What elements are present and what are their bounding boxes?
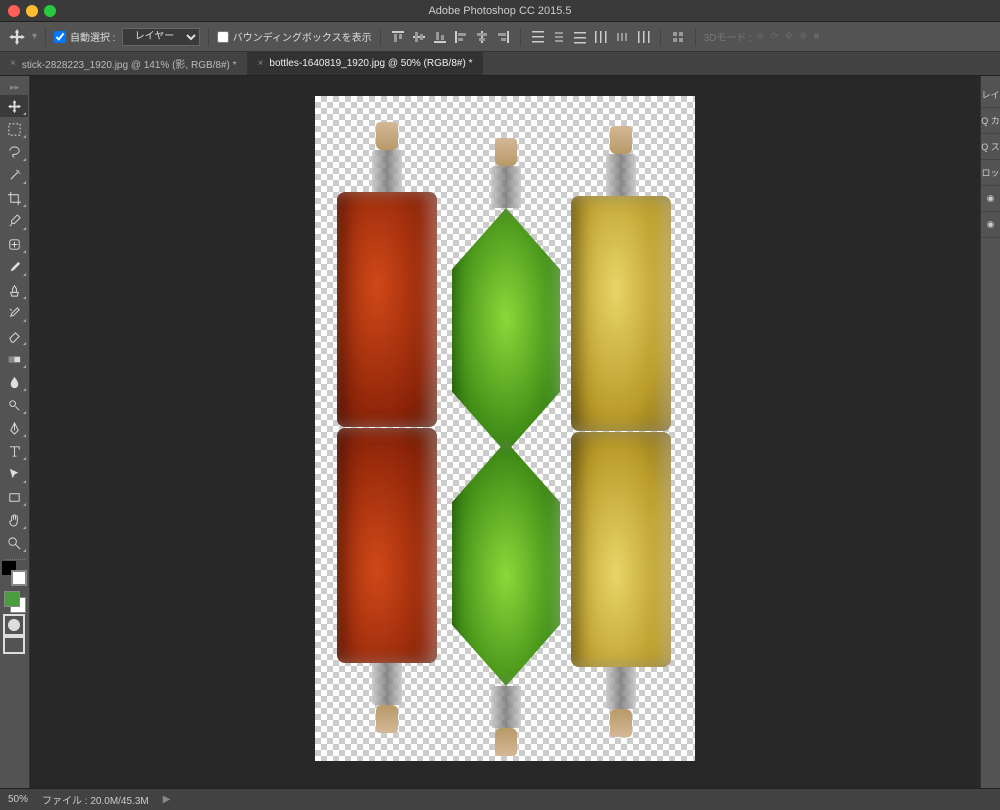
foreground-color-swatch[interactable] [4,591,20,607]
dodge-tool[interactable] [0,394,28,416]
dist-top-icon[interactable] [529,28,547,46]
bottle-green [446,138,566,453]
minimize-window-button[interactable] [26,5,38,17]
visibility-eye-icon[interactable]: ◉ [981,212,1000,238]
show-bbox-checkbox[interactable]: バウンディングボックスを表示 [217,29,372,44]
right-panel-dock: レイ Q カ Q ス ロッ ◉ ◉ [980,76,1000,788]
pen-tool[interactable] [0,417,28,439]
tab-label: bottles-1640819_1920.jpg @ 50% (RGB/8#) … [269,58,472,69]
panel-tab-channels[interactable]: Q カ [981,108,1000,134]
canvas[interactable] [315,96,695,761]
canvas-area[interactable] [30,76,980,788]
rectangle-tool[interactable] [0,486,28,508]
align-hcenter-icon[interactable] [473,28,491,46]
auto-align-icon[interactable] [669,28,687,46]
document-tabs: × stick-2828223_1920.jpg @ 141% (影, RGB/… [0,52,1000,76]
auto-select-checkbox[interactable]: 自動選択 : [54,29,116,44]
maximize-window-button[interactable] [44,5,56,17]
roll-3d-icon[interactable]: ⟳ [770,31,778,42]
brush-tool[interactable] [0,256,28,278]
panel-tab-lock[interactable]: ロッ [981,160,1000,186]
dist-left-icon[interactable] [592,28,610,46]
screen-mode-icon[interactable] [0,635,28,655]
orbit-3d-icon[interactable]: ⊕ [756,31,764,42]
title-bar: Adobe Photoshop CC 2015.5 [0,0,1000,22]
pan-3d-icon[interactable]: ✥ [785,31,793,42]
close-window-button[interactable] [8,5,20,17]
tab-close-icon[interactable]: × [258,58,264,69]
slide-3d-icon[interactable]: ❋ [799,31,807,42]
blur-tool[interactable] [0,371,28,393]
visibility-eye-icon[interactable]: ◉ [981,186,1000,212]
panel-tab-paths[interactable]: Q ス [981,134,1000,160]
bottle-gold [571,126,671,431]
mode-3d: 3Dモード : ⊕ ⟳ ✥ ❋ ■ [704,29,820,44]
color-swatches[interactable] [0,587,29,615]
bottle-red-mirror [337,428,437,733]
bottle-gold-mirror [571,432,671,737]
gradient-tool[interactable] [0,348,28,370]
show-bbox-label: バウンディングボックスを表示 [233,29,372,44]
status-bar: 50% ファイル : 20.0M/45.3M ▶ [0,788,1000,810]
dist-hcenter-icon[interactable] [613,28,631,46]
bottle-red [337,122,437,427]
zoom-level[interactable]: 50% [8,794,28,805]
path-selection-tool[interactable] [0,463,28,485]
marquee-tool[interactable] [0,118,28,140]
magic-wand-tool[interactable] [0,164,28,186]
toolbar-expand-icon[interactable]: ▸▸ [0,80,29,95]
eyedropper-tool[interactable] [0,210,28,232]
zoom-3d-icon[interactable]: ■ [814,31,820,42]
bottle-green-mirror [446,441,566,756]
file-info-value: 20.0M/45.3M [90,796,148,807]
tab-label: stick-2828223_1920.jpg @ 141% (影, RGB/8#… [22,56,237,71]
healing-brush-tool[interactable] [0,233,28,255]
status-more-icon[interactable]: ▶ [163,794,171,805]
tab-close-icon[interactable]: × [10,58,16,69]
move-tool-icon [8,28,26,46]
dist-bottom-icon[interactable] [571,28,589,46]
history-brush-tool[interactable] [0,302,28,324]
auto-select-dropdown[interactable]: レイヤー [122,28,200,46]
app-title: Adobe Photoshop CC 2015.5 [428,5,571,17]
document-tab-2[interactable]: × bottles-1640819_1920.jpg @ 50% (RGB/8#… [248,52,484,75]
file-info-label: ファイル : [42,796,88,807]
align-top-icon[interactable] [389,28,407,46]
dist-vcenter-icon[interactable] [550,28,568,46]
document-tab-1[interactable]: × stick-2828223_1920.jpg @ 141% (影, RGB/… [0,52,248,75]
lasso-tool[interactable] [0,141,28,163]
mode-3d-label: 3Dモード : [704,29,752,44]
align-buttons [389,28,512,46]
move-tool[interactable] [0,95,28,117]
align-vcenter-icon[interactable] [410,28,428,46]
align-bottom-icon[interactable] [431,28,449,46]
dist-right-icon[interactable] [634,28,652,46]
workspace: ▸▸ [0,76,1000,788]
align-left-icon[interactable] [452,28,470,46]
window-controls [0,5,56,17]
panel-tab-layers[interactable]: レイ [981,82,1000,108]
clone-stamp-tool[interactable] [0,279,28,301]
left-toolbar: ▸▸ [0,76,30,788]
zoom-tool[interactable] [0,532,28,554]
distribute-buttons [529,28,652,46]
default-colors-icon[interactable] [0,563,28,583]
align-right-icon[interactable] [494,28,512,46]
hand-tool[interactable] [0,509,28,531]
crop-tool[interactable] [0,187,28,209]
options-bar: ▾ 自動選択 : レイヤー バウンディングボックスを表示 3Dモード : ⊕ ⟳ [0,22,1000,52]
eraser-tool[interactable] [0,325,28,347]
auto-select-label: 自動選択 : [70,29,116,44]
type-tool[interactable] [0,440,28,462]
